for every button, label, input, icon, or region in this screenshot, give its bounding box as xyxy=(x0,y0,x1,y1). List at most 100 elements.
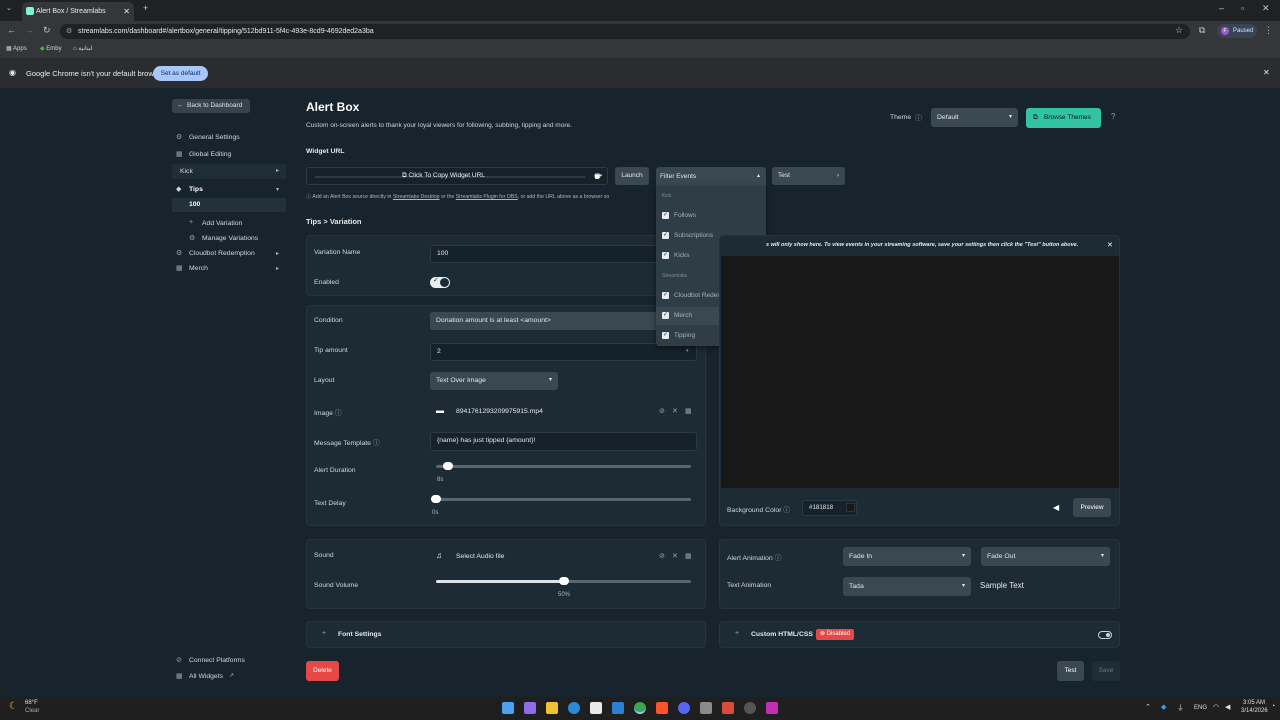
grid-icon[interactable]: ▦ xyxy=(685,404,692,420)
color-swatch[interactable] xyxy=(846,503,855,512)
link-icon[interactable]: ⊘ xyxy=(659,549,665,565)
bookmark-star-icon[interactable]: ☆ xyxy=(1175,25,1183,36)
tray-chevron-up-icon[interactable]: ⌃ xyxy=(1145,703,1151,711)
copilot-icon[interactable] xyxy=(524,702,536,714)
sidebar-item-merch[interactable]: Merch xyxy=(189,265,208,272)
new-tab-icon[interactable]: + xyxy=(143,3,148,13)
close-icon[interactable]: ✕ xyxy=(672,404,678,420)
alert-duration-slider[interactable] xyxy=(436,465,691,468)
help-icon[interactable]: ? xyxy=(1111,112,1115,121)
theme-select[interactable]: Default ▾ xyxy=(931,108,1018,127)
back-to-dashboard-button[interactable]: ← Back to Dashboard xyxy=(172,99,250,113)
mail-icon[interactable] xyxy=(700,702,712,714)
folder-icon[interactable]: ▬ xyxy=(436,403,444,419)
music-note-icon[interactable]: ♫ xyxy=(436,548,442,564)
connect-platforms-link[interactable]: Connect Platforms xyxy=(189,657,245,664)
text-animation-select[interactable]: Tada ▾ xyxy=(843,577,971,596)
tray-app-icon[interactable]: ◆ xyxy=(1161,703,1166,711)
sidebar-item-tips[interactable]: Tips xyxy=(189,186,203,193)
tray-usb-icon[interactable]: ⏚ xyxy=(1177,703,1184,713)
discord-icon[interactable] xyxy=(678,702,690,714)
set-default-button[interactable]: Set as default xyxy=(153,66,208,81)
wifi-icon[interactable]: ◠ xyxy=(1213,703,1219,711)
site-info-icon[interactable]: ⚙ xyxy=(66,24,72,39)
notifications-icon[interactable]: ◔ xyxy=(1271,703,1275,710)
chrome-icon[interactable] xyxy=(634,702,646,714)
link-icon[interactable]: ⊘ xyxy=(659,404,665,420)
info-icon[interactable]: ⓘ xyxy=(915,113,922,123)
test-events-select[interactable]: Test › xyxy=(772,167,845,185)
message-template-input[interactable]: {name} has just tipped {amount}! xyxy=(430,432,697,451)
obs-plugin-link[interactable]: Streamlabs Plugin for OBS xyxy=(456,194,518,200)
image-file-field[interactable]: ▬ 8941761293209975915.mp4 ⊘ ✕ ▦ xyxy=(430,402,697,421)
launch-button[interactable]: Launch xyxy=(615,167,649,185)
minimize-icon[interactable]: – xyxy=(1219,3,1224,13)
close-tab-icon[interactable]: ✕ xyxy=(123,2,130,21)
sidebar-item-cloudbot-redemption[interactable]: Cloudbot Redemption xyxy=(189,250,255,257)
extensions-icon[interactable]: ⧉ xyxy=(1199,25,1205,36)
profile-button[interactable]: F Paused xyxy=(1217,24,1257,38)
alert-animation-in-select[interactable]: Fade In ▾ xyxy=(843,547,971,566)
info-icon[interactable]: ⓘ xyxy=(373,440,380,447)
sidebar-item-variation-100[interactable]: 100 xyxy=(172,198,286,212)
streamlabs-desktop-link[interactable]: Streamlabs Desktop xyxy=(393,194,440,200)
sidebar-item-manage-variations[interactable]: Manage Variations xyxy=(202,235,258,242)
app-icon[interactable] xyxy=(722,702,734,714)
info-icon[interactable]: ⓘ xyxy=(783,507,790,514)
outlook-icon[interactable] xyxy=(612,702,624,714)
back-arrow-icon[interactable]: ← xyxy=(7,25,16,35)
alert-animation-out-select[interactable]: Fade Out ▾ xyxy=(981,547,1110,566)
close-window-icon[interactable]: ✕ xyxy=(1262,3,1270,14)
close-icon[interactable]: ✕ xyxy=(1107,241,1113,249)
sound-file-field[interactable]: ♫ Select Audio file ⊘ ✕ ▦ xyxy=(430,547,697,566)
text-delay-handle[interactable] xyxy=(431,495,441,503)
info-icon[interactable]: ⓘ xyxy=(775,555,782,562)
save-button[interactable]: Save xyxy=(1092,661,1120,681)
test-button[interactable]: Test xyxy=(1057,661,1084,681)
expand-plus-icon[interactable]: + xyxy=(735,630,739,637)
text-delay-slider[interactable] xyxy=(431,498,691,501)
sidebar-group-kick[interactable]: Kick ▸ xyxy=(172,164,286,179)
sidebar-item-global-editing[interactable]: Global Editing xyxy=(189,151,231,158)
streamlabs-app-icon[interactable] xyxy=(766,702,778,714)
condition-select[interactable]: Donation amount is at least <amount> xyxy=(430,312,658,330)
windows-start-icon[interactable] xyxy=(502,702,514,714)
weather-moon-icon[interactable]: ☾ xyxy=(9,701,18,712)
sidebar-item-add-variation[interactable]: Add Variation xyxy=(202,220,242,227)
preview-button[interactable]: Preview xyxy=(1073,498,1111,517)
brave-icon[interactable] xyxy=(656,702,668,714)
language-indicator[interactable]: ENG xyxy=(1194,705,1207,711)
widget-url-copy-field[interactable]: ⧉ Click To Copy Widget URL ◉ xyxy=(306,167,608,185)
filter-events-select[interactable]: Filter Events ▴ xyxy=(656,167,766,186)
bookmark-emby[interactable]: ◆ Emby xyxy=(40,45,62,52)
maximize-icon[interactable]: ▫ xyxy=(1241,3,1244,13)
tab-search-icon[interactable]: ⌄ xyxy=(6,4,12,12)
volume-icon[interactable]: ◀ xyxy=(1225,703,1230,711)
infobar-close-icon[interactable]: ✕ xyxy=(1263,68,1270,77)
bg-color-input[interactable]: #181818 xyxy=(802,500,857,516)
alert-duration-handle[interactable] xyxy=(443,462,454,470)
browse-themes-button[interactable]: ⧉ Browse Themes xyxy=(1026,108,1101,128)
info-icon[interactable]: ⓘ xyxy=(335,410,342,417)
file-explorer-icon[interactable] xyxy=(546,702,558,714)
close-icon[interactable]: ✕ xyxy=(672,549,678,565)
custom-css-toggle[interactable] xyxy=(1098,631,1112,639)
grid-icon[interactable]: ▦ xyxy=(685,549,692,565)
bookmark-apps[interactable]: ▦ Apps xyxy=(6,45,27,52)
forward-arrow-icon[interactable]: → xyxy=(25,25,34,35)
browser-tab[interactable]: Alert Box / Streamlabs ✕ xyxy=(22,2,134,21)
sidebar-item-general-settings[interactable]: General Settings xyxy=(189,134,240,141)
chrome-menu-icon[interactable]: ⋮ xyxy=(1264,25,1273,36)
bookmark-lebanese[interactable]: ⌂ لبنانية xyxy=(73,45,92,52)
url-input[interactable]: ⚙ streamlabs.com/dashboard#/alertbox/gen… xyxy=(60,24,1190,39)
layout-select[interactable]: Text Over Image ▾ xyxy=(430,372,558,390)
sound-volume-handle[interactable] xyxy=(558,577,569,585)
all-widgets-link[interactable]: All Widgets xyxy=(189,673,223,680)
delete-button[interactable]: Delete xyxy=(306,661,339,681)
edge-icon[interactable] xyxy=(568,702,580,714)
speaker-icon[interactable]: ◀ xyxy=(1053,503,1059,512)
store-icon[interactable] xyxy=(590,702,602,714)
enabled-toggle[interactable]: ✓ xyxy=(430,277,450,288)
variation-name-input[interactable]: 100 xyxy=(430,245,658,263)
font-settings-panel[interactable]: + Font Settings xyxy=(306,621,706,648)
